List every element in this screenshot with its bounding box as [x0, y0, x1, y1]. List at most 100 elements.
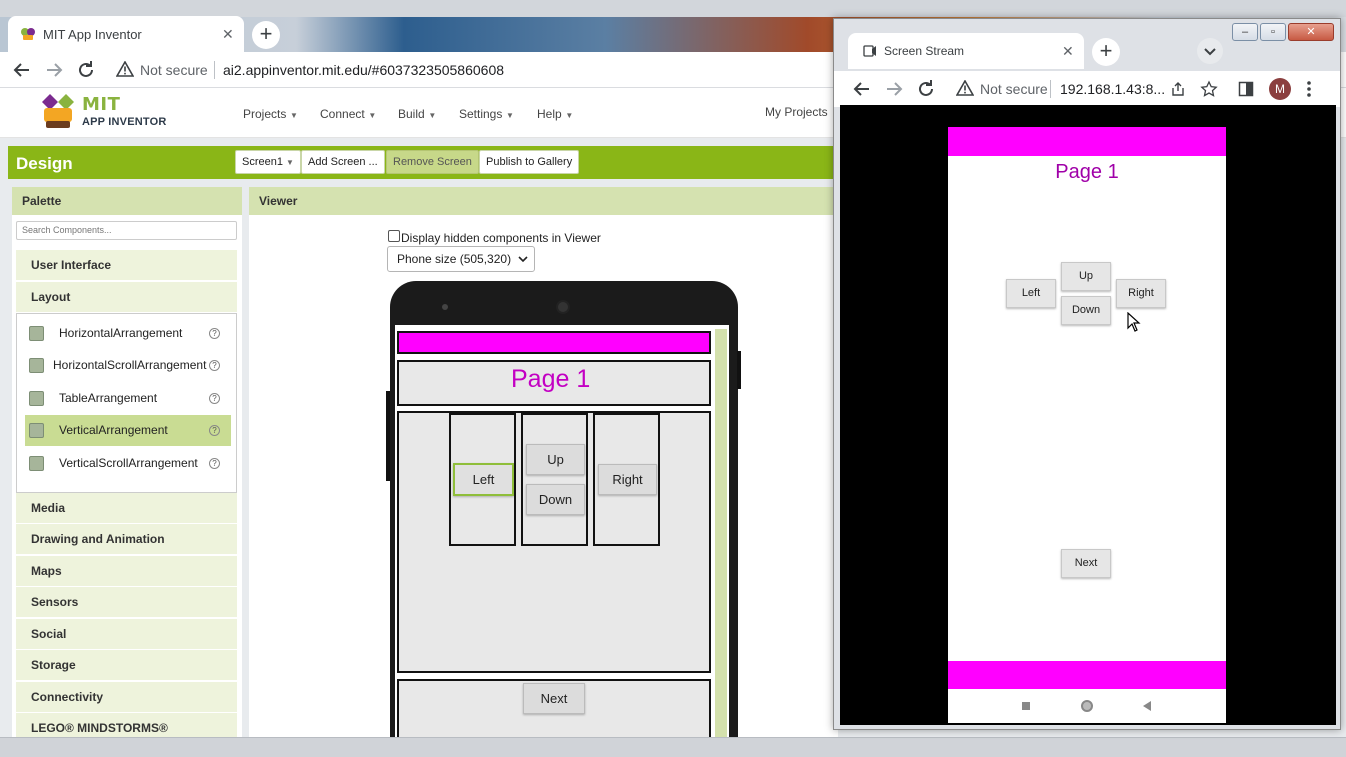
publish-to-gallery-button[interactable]: Publish to Gallery	[479, 150, 580, 174]
palette-item-tablearrangement[interactable]: TableArrangement ?	[25, 383, 231, 414]
palette-category-maps[interactable]: Maps	[16, 556, 237, 587]
not-secure-warning-icon[interactable]	[116, 61, 134, 77]
palette-category-connectivity[interactable]: Connectivity	[16, 682, 237, 713]
tab-close-icon[interactable]: ✕	[222, 26, 234, 43]
popup-browser-toolbar: Not secure 192.168.1.43:8... M	[834, 71, 1340, 107]
phone-screen: Page 1 Left Up Down Right Next	[395, 325, 729, 757]
logo-app-inventor-text: APP INVENTOR	[82, 116, 167, 128]
next-button[interactable]: Next	[523, 683, 585, 714]
help-icon[interactable]: ?	[209, 393, 220, 404]
viewer-scrollbar[interactable]	[715, 329, 727, 757]
top-magenta-bar[interactable]	[397, 331, 711, 354]
menu-connect[interactable]: Connect ▼	[320, 106, 376, 121]
profile-avatar[interactable]: M	[1269, 78, 1291, 100]
right-column-arrangement[interactable]: Right	[593, 413, 660, 546]
side-panel-icon[interactable]	[1238, 81, 1254, 97]
tab-search-chevron-icon[interactable]	[1197, 38, 1223, 64]
help-icon[interactable]: ?	[209, 360, 220, 371]
phone-camera-icon	[442, 304, 448, 310]
back-arrow-icon[interactable]	[10, 58, 34, 82]
menu-build[interactable]: Build ▼	[398, 106, 436, 121]
palette-item-horizontalscrollarrangement[interactable]: HorizontalScrollArrangement ?	[25, 350, 231, 381]
popup-reload-icon[interactable]	[914, 77, 938, 101]
palette-item-horizontalarrangement[interactable]: HorizontalArrangement ?	[25, 318, 231, 349]
screen-stream-window: – ▫ ✕ Screen Stream ✕ + Not secure 192.1…	[833, 18, 1341, 730]
phone-sensor-icon	[556, 300, 570, 314]
screen-select-button[interactable]: Screen1 ▼	[235, 150, 301, 174]
caret-down-icon: ▼	[505, 111, 514, 120]
popup-tab-close-icon[interactable]: ✕	[1062, 43, 1074, 60]
android-home-icon[interactable]	[1081, 700, 1093, 712]
chevron-down-icon	[518, 256, 528, 263]
popup-forward-arrow-icon[interactable]	[882, 77, 906, 101]
search-components-input[interactable]: Search Components...	[16, 221, 237, 240]
middle-column-arrangement[interactable]: Up Down	[521, 413, 588, 546]
app-inventor-logo-icon[interactable]	[36, 92, 80, 130]
left-button[interactable]: Left	[453, 463, 514, 496]
layout-component-list: HorizontalArrangement ? HorizontalScroll…	[16, 313, 237, 493]
design-toolbar: Design Screen1 ▼ Add Screen ... Remove S…	[8, 146, 838, 179]
palette-category-social[interactable]: Social	[16, 619, 237, 650]
palette-category-user-interface[interactable]: User Interface	[16, 250, 237, 281]
viewer-title: Viewer	[249, 187, 838, 215]
window-bottom-edge	[0, 737, 1346, 757]
kebab-menu-icon[interactable]	[1306, 80, 1312, 98]
palette-item-verticalarrangement[interactable]: VerticalArrangement ?	[25, 415, 231, 446]
caret-down-icon: ▼	[565, 111, 574, 120]
phone-side-button	[737, 351, 741, 389]
bookmark-star-icon[interactable]	[1200, 80, 1218, 98]
add-screen-button[interactable]: Add Screen ...	[301, 150, 385, 174]
palette-category-sensors[interactable]: Sensors	[16, 587, 237, 618]
viewer-panel: Viewer Display hidden components in View…	[249, 187, 838, 757]
my-projects-link[interactable]: My Projects	[765, 105, 828, 119]
streamed-down-button[interactable]: Down	[1061, 296, 1111, 325]
streamed-top-magenta-bar	[948, 127, 1226, 156]
help-icon[interactable]: ?	[209, 458, 220, 469]
page-title-label[interactable]: Page 1	[511, 365, 590, 394]
maximize-icon[interactable]: ▫	[1260, 23, 1286, 41]
share-icon[interactable]	[1170, 81, 1186, 97]
palette-category-layout[interactable]: Layout	[16, 282, 237, 313]
phone-size-select[interactable]: Phone size (505,320)	[387, 246, 535, 272]
streamed-right-button[interactable]: Right	[1116, 279, 1166, 308]
streamed-next-button[interactable]: Next	[1061, 549, 1111, 578]
new-tab-button[interactable]: +	[252, 21, 280, 49]
tab-screen-stream[interactable]: Screen Stream ✕	[848, 33, 1084, 69]
palette-item-verticalscrollarrangement[interactable]: VerticalScrollArrangement ?	[25, 448, 231, 479]
menu-projects[interactable]: Projects ▼	[243, 106, 298, 121]
android-recents-icon[interactable]	[1022, 702, 1030, 710]
popup-tab-title: Screen Stream	[884, 44, 965, 58]
address-bar-url[interactable]: ai2.appinventor.mit.edu/#603732350586060…	[223, 62, 504, 78]
help-icon[interactable]: ?	[209, 425, 220, 436]
streamed-up-button[interactable]: Up	[1061, 262, 1111, 291]
palette-category-media[interactable]: Media	[16, 493, 237, 524]
palette-category-drawing-and-animation[interactable]: Drawing and Animation	[16, 524, 237, 555]
android-back-icon[interactable]	[1143, 701, 1151, 711]
security-label[interactable]: Not secure	[140, 62, 208, 78]
popup-address-bar-url[interactable]: 192.168.1.43:8...	[1060, 81, 1165, 97]
menu-help[interactable]: Help ▼	[537, 106, 573, 121]
caret-down-icon: ▼	[368, 111, 377, 120]
palette-category-storage[interactable]: Storage	[16, 650, 237, 681]
window-close-icon[interactable]: ✕	[1288, 23, 1334, 41]
help-icon[interactable]: ?	[209, 328, 220, 339]
minimize-icon[interactable]: –	[1232, 23, 1258, 41]
display-hidden-label: Display hidden components in Viewer	[401, 231, 601, 245]
remove-screen-button[interactable]: Remove Screen	[386, 150, 479, 174]
popup-not-secure-warning-icon[interactable]	[956, 80, 974, 96]
popup-security-label[interactable]: Not secure	[980, 81, 1048, 97]
forward-arrow-icon[interactable]	[42, 58, 66, 82]
menu-settings[interactable]: Settings ▼	[459, 106, 514, 121]
tab-mit-app-inventor[interactable]: MIT App Inventor ✕	[8, 16, 244, 52]
title-arrangement[interactable]: Page 1	[397, 360, 711, 406]
controls-arrangement[interactable]: Left Up Down Right	[397, 411, 711, 673]
display-hidden-checkbox[interactable]	[388, 230, 400, 242]
down-button[interactable]: Down	[526, 484, 585, 515]
up-button[interactable]: Up	[526, 444, 585, 475]
right-button[interactable]: Right	[598, 464, 657, 495]
streamed-left-button[interactable]: Left	[1006, 279, 1056, 308]
left-column-arrangement[interactable]: Left	[449, 413, 516, 546]
popup-back-arrow-icon[interactable]	[850, 77, 874, 101]
popup-new-tab-button[interactable]: +	[1092, 38, 1120, 66]
reload-icon[interactable]	[74, 58, 98, 82]
